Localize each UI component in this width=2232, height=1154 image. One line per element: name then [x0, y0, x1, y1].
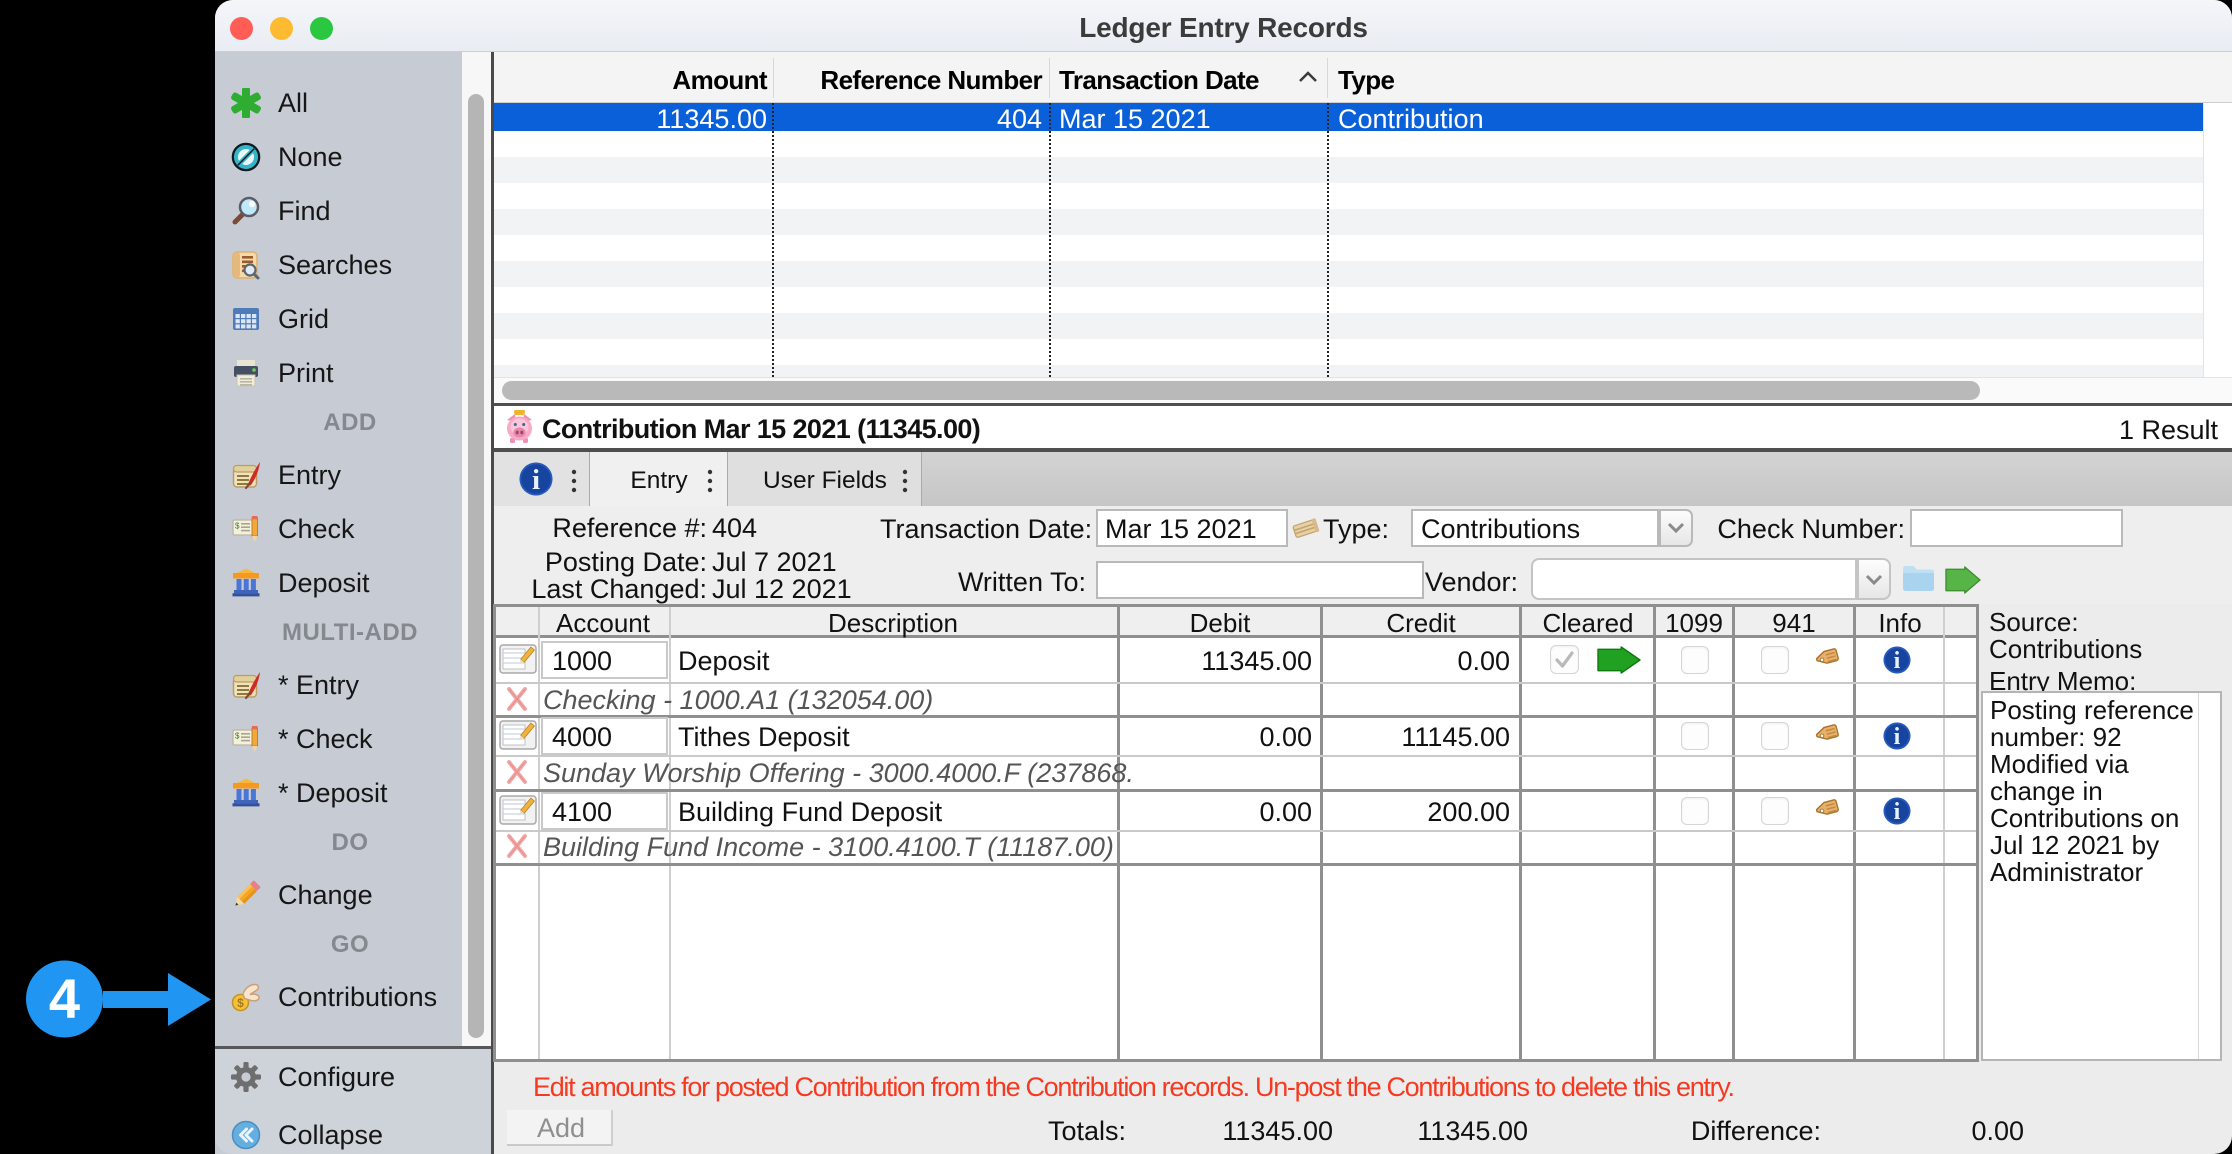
svg-text:i: i	[532, 464, 540, 496]
svg-text:$: $	[235, 522, 240, 531]
svg-text:4: 4	[49, 967, 80, 1030]
svg-text:i: i	[1894, 799, 1901, 825]
svg-text:i: i	[1894, 724, 1901, 750]
svg-text:$: $	[237, 996, 244, 1010]
svg-text:i: i	[1894, 648, 1901, 674]
svg-text:$: $	[235, 732, 240, 741]
